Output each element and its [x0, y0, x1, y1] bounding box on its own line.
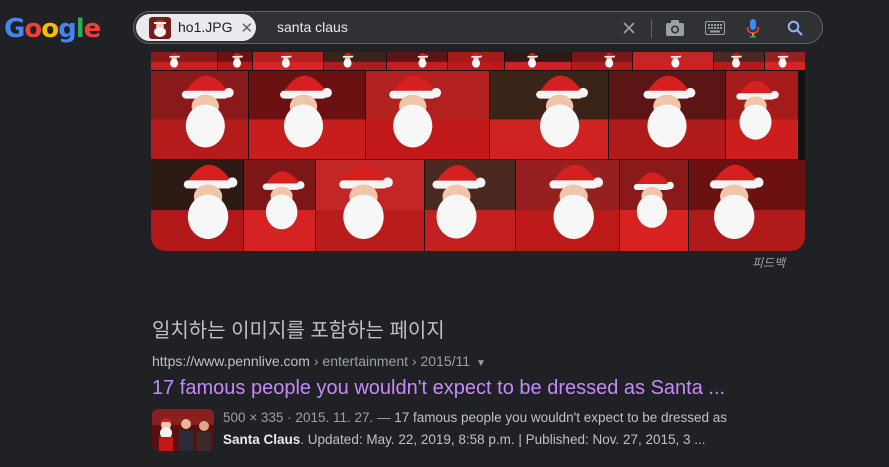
clear-icon[interactable]: [618, 17, 640, 39]
image-result-tile[interactable]: [714, 52, 764, 70]
snippet-bold-term: Santa Claus: [223, 432, 301, 447]
logo-letter: o: [41, 14, 59, 44]
logo-letter: o: [24, 14, 42, 44]
image-result-tile[interactable]: [324, 52, 386, 70]
search-divider: [651, 19, 652, 38]
result-url[interactable]: https://www.pennlive.com › entertainment…: [152, 353, 486, 369]
image-result-tile[interactable]: [218, 52, 252, 70]
image-result-tile[interactable]: [689, 160, 805, 251]
image-result-tile[interactable]: [620, 160, 688, 251]
image-result-tile[interactable]: [505, 52, 571, 70]
image-result-tile[interactable]: [516, 160, 619, 251]
image-result-tile[interactable]: [253, 52, 323, 70]
image-result-tile[interactable]: [316, 160, 424, 251]
result-meta: 500 × 335 · 2015. 11. 27. —: [223, 410, 395, 425]
result-url-path: › entertainment › 2015/11: [309, 353, 471, 369]
search-input[interactable]: [277, 12, 577, 43]
image-result-tile[interactable]: [151, 71, 248, 159]
image-results-grid: [151, 52, 805, 251]
image-result-tile[interactable]: [151, 52, 217, 70]
image-result-tile[interactable]: [244, 160, 315, 251]
result-snippet: 500 × 335 · 2015. 11. 27. — 17 famous pe…: [223, 407, 727, 451]
keyboard-icon[interactable]: [704, 17, 726, 39]
image-result-tile[interactable]: [151, 160, 243, 251]
image-result-tile[interactable]: [490, 71, 608, 159]
image-result-tile[interactable]: [366, 71, 489, 159]
image-result-tile[interactable]: [425, 160, 515, 251]
image-result-tile[interactable]: [765, 52, 805, 70]
image-chip-filename: ho1.JPG: [178, 19, 233, 35]
logo-letter: g: [58, 14, 77, 44]
google-logo[interactable]: Google: [4, 12, 102, 46]
image-result-tile[interactable]: [633, 52, 713, 70]
result-url-host: https://www.pennlive.com: [152, 353, 310, 369]
search-box[interactable]: ho1.JPG ✕: [133, 11, 823, 44]
logo-letter: e: [83, 14, 102, 44]
image-query-chip[interactable]: ho1.JPG ✕: [136, 14, 256, 41]
snippet-line-1: 17 famous people you wouldn't expect to …: [394, 410, 728, 425]
image-result-tile[interactable]: [726, 71, 798, 159]
snippet-line-2: . Updated: May. 22, 2019, 8:58 p.m. | Pu…: [300, 432, 706, 447]
query-image-thumbnail: [149, 16, 171, 39]
image-result-tile[interactable]: [249, 71, 365, 159]
microphone-icon[interactable]: [742, 17, 764, 39]
url-menu-caret-icon[interactable]: ▼: [476, 358, 486, 369]
image-result-tile[interactable]: [387, 52, 447, 70]
camera-icon[interactable]: [664, 17, 686, 39]
image-result-tile[interactable]: [572, 52, 632, 70]
search-icon[interactable]: [784, 17, 806, 39]
result-title-link[interactable]: 17 famous people you wouldn't expect to …: [152, 377, 725, 400]
result-thumbnail[interactable]: [152, 409, 214, 451]
top-bar: Google ho1.JPG ✕: [0, 0, 889, 56]
remove-image-icon[interactable]: ✕: [240, 19, 253, 37]
pages-section-title: 일치하는 이미지를 포함하는 페이지: [152, 320, 445, 342]
image-result-tile[interactable]: [609, 71, 725, 159]
logo-letter: l: [75, 14, 85, 44]
logo-letter: G: [4, 14, 25, 44]
feedback-link[interactable]: 피드백: [752, 254, 785, 271]
image-result-tile[interactable]: [448, 52, 504, 70]
